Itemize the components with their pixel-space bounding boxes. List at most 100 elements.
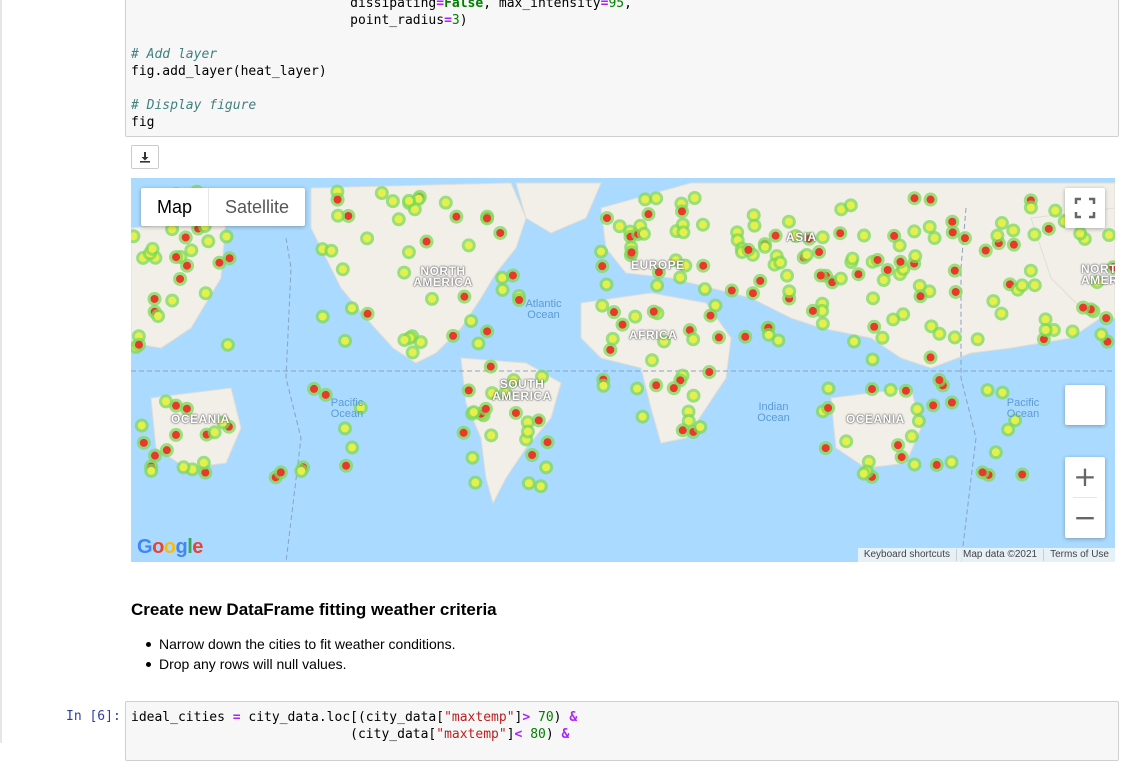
heat-point-core <box>895 241 904 250</box>
map-type-satellite-button[interactable]: Satellite <box>209 188 305 226</box>
heat-point-core <box>867 385 876 394</box>
heat-point-core <box>836 274 845 283</box>
heat-point-core <box>171 430 180 439</box>
heat-point-core <box>890 231 899 240</box>
zoom-out-button[interactable]: − <box>1065 498 1105 538</box>
download-button[interactable] <box>131 145 159 169</box>
heat-point-core <box>150 294 159 303</box>
heat-point-core <box>639 229 648 238</box>
heat-point-core <box>998 388 1007 397</box>
heat-point-core <box>172 253 181 262</box>
heat-point-core <box>997 219 1006 228</box>
code-line: fig.add_layer(heat_layer) <box>131 64 327 79</box>
heat-point-core <box>878 333 887 342</box>
heat-point-core <box>598 262 607 271</box>
heat-point-core <box>824 384 833 393</box>
heat-point-core <box>543 438 552 447</box>
heat-point-core <box>464 386 473 395</box>
heat-point-core <box>913 405 922 414</box>
heat-point-core <box>297 467 306 476</box>
heat-point-core <box>1018 281 1027 290</box>
heat-point-core <box>644 210 653 219</box>
heat-point-core <box>599 381 608 390</box>
heat-point-core <box>333 195 342 204</box>
notebook-left-border <box>0 0 2 743</box>
heat-point-core <box>705 368 714 377</box>
fullscreen-button[interactable] <box>1065 188 1105 228</box>
code-line: point_radius=3) <box>350 13 468 28</box>
heat-point-core <box>633 384 642 393</box>
heat-point-core <box>815 248 824 257</box>
heat-point-core <box>889 315 898 324</box>
heat-point-core <box>926 195 935 204</box>
heat-point-core <box>618 320 627 329</box>
heat-point-core <box>168 225 177 234</box>
heat-point-core <box>641 195 650 204</box>
code-cell-ideal-cities[interactable]: ideal_cities = city_data.loc[(city_data[… <box>125 701 1119 761</box>
ocean-label: Pacific Ocean <box>1006 397 1040 420</box>
code-cell-display-figure[interactable]: dissipating=False, max_intensity=95, poi… <box>125 0 1119 137</box>
heat-point-core <box>950 266 959 275</box>
heat-point-core <box>408 348 417 357</box>
notebook: dissipating=False, max_intensity=95, poi… <box>0 0 1146 761</box>
heat-point-core <box>327 246 336 255</box>
heat-point-core <box>926 353 935 362</box>
heat-point-core <box>608 334 617 343</box>
keyboard-shortcuts-link[interactable]: Keyboard shortcuts <box>858 549 956 561</box>
code-editor[interactable]: dissipating=False, max_intensity=95, poi… <box>126 0 1118 131</box>
google-map-widget[interactable]: NORTH AMERICA EUROPE ASIA AFRICA SOUTH A… <box>131 178 1115 562</box>
heat-point-core <box>348 443 357 452</box>
cell-prompt: In [6]: <box>66 709 121 724</box>
heat-point-core <box>1097 330 1106 339</box>
heat-point-core <box>927 322 936 331</box>
heat-point-core <box>818 233 827 242</box>
map-canvas[interactable] <box>131 178 1115 562</box>
heat-point-core <box>137 421 146 430</box>
heat-point-core <box>897 453 906 462</box>
heat-point-core <box>615 222 624 231</box>
download-icon <box>140 152 150 163</box>
heat-point-core <box>748 289 757 298</box>
google-logo[interactable]: Google <box>137 536 203 559</box>
map-attribution: Keyboard shortcuts Map data ©2021 Terms … <box>857 548 1115 562</box>
continent-label: AFRICA <box>629 328 678 342</box>
heat-point-core <box>1102 314 1111 323</box>
markdown-bullet-list: Narrow down the cities to fit weather co… <box>145 634 455 674</box>
zoom-in-button[interactable]: + <box>1065 457 1105 497</box>
heat-point-core <box>910 194 919 203</box>
heat-point-core <box>706 311 715 320</box>
code-line: (city_data["maxtemp"]< 80) & <box>350 727 570 742</box>
heat-point-core <box>676 273 685 282</box>
heat-point-core <box>846 201 855 210</box>
heat-point-core <box>1051 206 1060 215</box>
heat-point-core <box>210 428 219 437</box>
heat-point-core <box>347 304 356 313</box>
heat-point-core <box>947 398 956 407</box>
heat-point-core <box>907 432 916 441</box>
heat-point-core <box>1079 303 1088 312</box>
heat-point-core <box>498 285 507 294</box>
map-type-map-button[interactable]: Map <box>141 188 210 226</box>
heat-point-core <box>1009 240 1018 249</box>
heat-point-core <box>864 457 873 466</box>
heat-point-core <box>334 211 343 220</box>
terms-of-use-link[interactable]: Terms of Use <box>1043 549 1115 561</box>
heat-point-core <box>363 234 372 243</box>
heat-point-core <box>948 217 957 226</box>
heat-point-core <box>172 401 181 410</box>
heat-point-core <box>894 441 903 450</box>
heat-point-core <box>684 416 693 425</box>
heat-point-core <box>449 331 458 340</box>
heat-point-core <box>849 337 858 346</box>
heat-point-core <box>204 237 213 246</box>
continent-label: ASIA <box>786 230 817 244</box>
heat-point-core <box>896 257 905 266</box>
heat-point-core <box>774 336 783 345</box>
continent-label: OCEANIA <box>846 412 905 426</box>
heat-point-core <box>925 222 934 231</box>
street-view-button[interactable] <box>1065 385 1105 425</box>
heat-point-core <box>377 189 386 198</box>
heat-point-core <box>842 437 851 446</box>
heat-point-core <box>868 355 877 364</box>
code-editor[interactable]: ideal_cities = city_data.loc[(city_data[… <box>126 702 1118 743</box>
